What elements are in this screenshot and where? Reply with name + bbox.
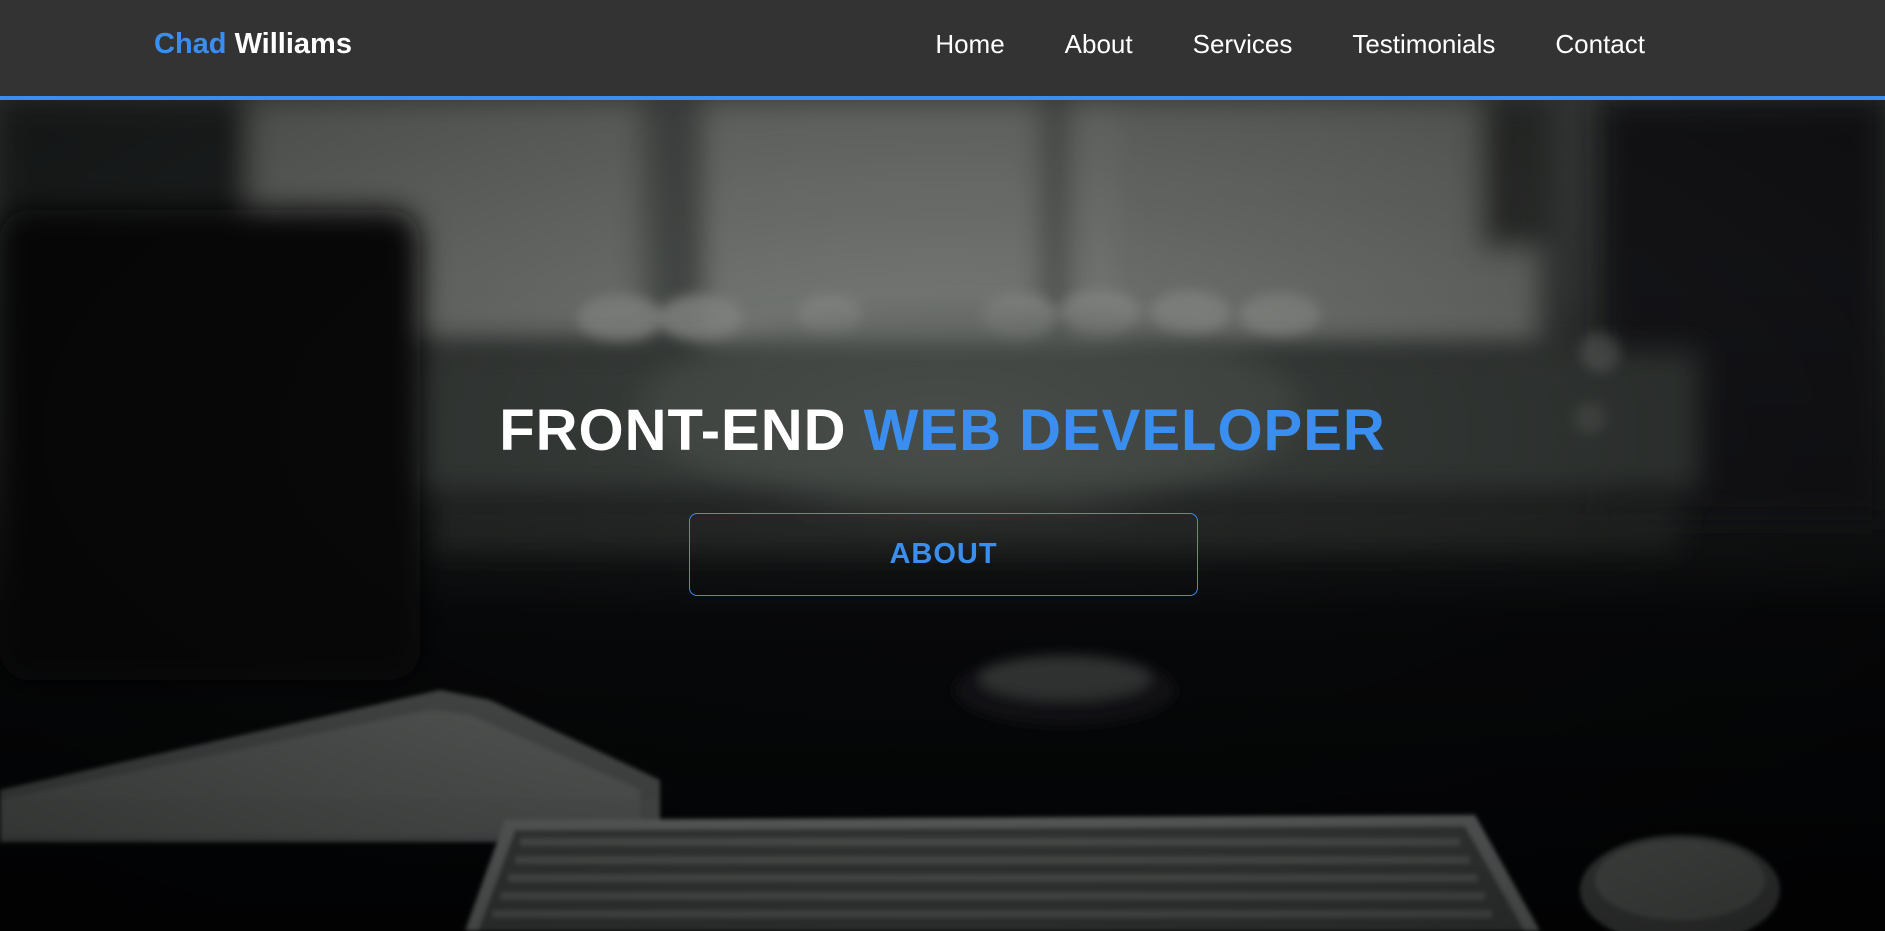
navbar: Chad Williams Home About Services Testim… bbox=[0, 0, 1885, 100]
hero-section: FRONT-END WEB DEVELOPER ABOUT bbox=[0, 100, 1885, 931]
headline-front-end: FRONT-END bbox=[499, 398, 847, 463]
about-button[interactable]: ABOUT bbox=[689, 513, 1198, 596]
nav-link-contact[interactable]: Contact bbox=[1555, 26, 1645, 62]
nav-link-services[interactable]: Services bbox=[1193, 26, 1293, 62]
nav-link-home[interactable]: Home bbox=[935, 26, 1004, 62]
brand-last-name: Williams bbox=[234, 28, 352, 60]
hero-headline: FRONT-END WEB DEVELOPER bbox=[0, 396, 1885, 466]
brand-logo[interactable]: Chad Williams bbox=[154, 26, 352, 62]
nav-link-testimonials[interactable]: Testimonials bbox=[1352, 26, 1495, 62]
brand-first-name: Chad bbox=[154, 28, 227, 60]
nav-menu: Home About Services Testimonials Contact bbox=[935, 26, 1645, 62]
nav-link-about[interactable]: About bbox=[1065, 26, 1133, 62]
headline-web-developer: WEB DEVELOPER bbox=[863, 398, 1386, 463]
